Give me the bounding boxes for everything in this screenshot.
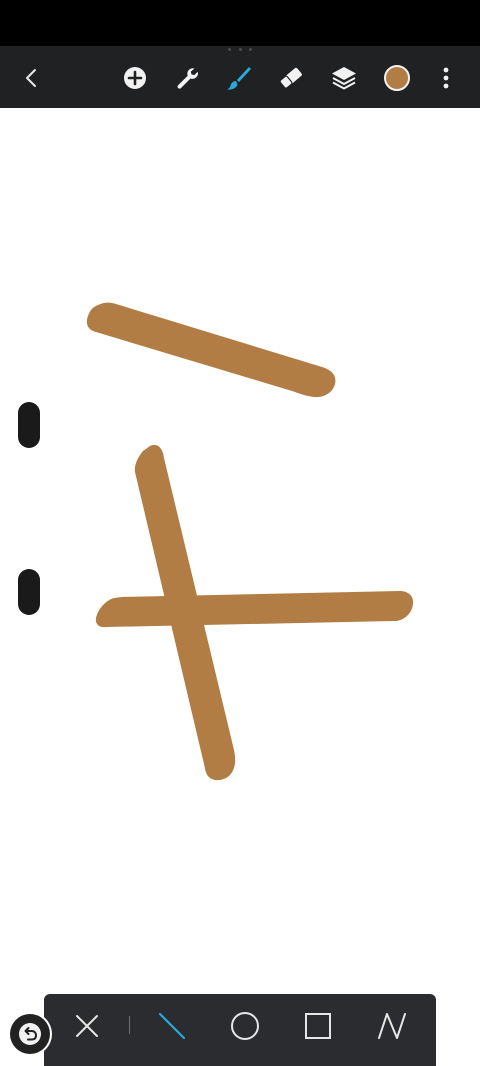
line-icon xyxy=(158,1012,186,1040)
brush-button[interactable] xyxy=(221,60,257,96)
wrench-icon xyxy=(177,68,198,89)
stroke-upper-diagonal xyxy=(86,302,336,398)
brush-opacity-slider[interactable] xyxy=(18,569,40,615)
layers-icon xyxy=(332,67,356,90)
plus-circle-icon xyxy=(124,67,146,89)
circle-icon xyxy=(231,1012,259,1040)
undo-button[interactable] xyxy=(10,1014,50,1054)
eraser-button[interactable] xyxy=(273,60,309,96)
canvas-strokes xyxy=(86,302,414,781)
status-bar xyxy=(0,0,480,46)
polyline-tool-button[interactable] xyxy=(372,1006,412,1046)
stroke-horizontal xyxy=(95,591,414,628)
color-picker-button[interactable] xyxy=(379,60,415,96)
color-swatch xyxy=(384,65,410,91)
undo-icon xyxy=(19,1023,41,1045)
toolbar-drag-hint xyxy=(228,48,252,51)
layers-button[interactable] xyxy=(326,60,362,96)
eraser-icon xyxy=(279,67,302,89)
line-tool-button[interactable] xyxy=(152,1006,192,1046)
ellipse-tool-button[interactable] xyxy=(225,1006,265,1046)
rectangle-tool-button[interactable] xyxy=(298,1006,338,1046)
polyline-icon xyxy=(378,1013,406,1039)
add-button[interactable] xyxy=(117,60,153,96)
more-vertical-icon xyxy=(443,67,449,89)
close-shape-button[interactable] xyxy=(67,1006,107,1046)
close-icon xyxy=(76,1015,98,1037)
shape-toolbar-divider xyxy=(129,1016,130,1034)
chevron-left-icon xyxy=(26,69,36,87)
drawing-canvas[interactable] xyxy=(0,108,480,1066)
square-icon xyxy=(305,1013,331,1039)
brush-icon xyxy=(227,67,251,90)
back-button[interactable] xyxy=(14,60,50,96)
more-options-button[interactable] xyxy=(428,60,464,96)
settings-button[interactable] xyxy=(169,60,205,96)
brush-size-slider[interactable] xyxy=(18,402,40,448)
